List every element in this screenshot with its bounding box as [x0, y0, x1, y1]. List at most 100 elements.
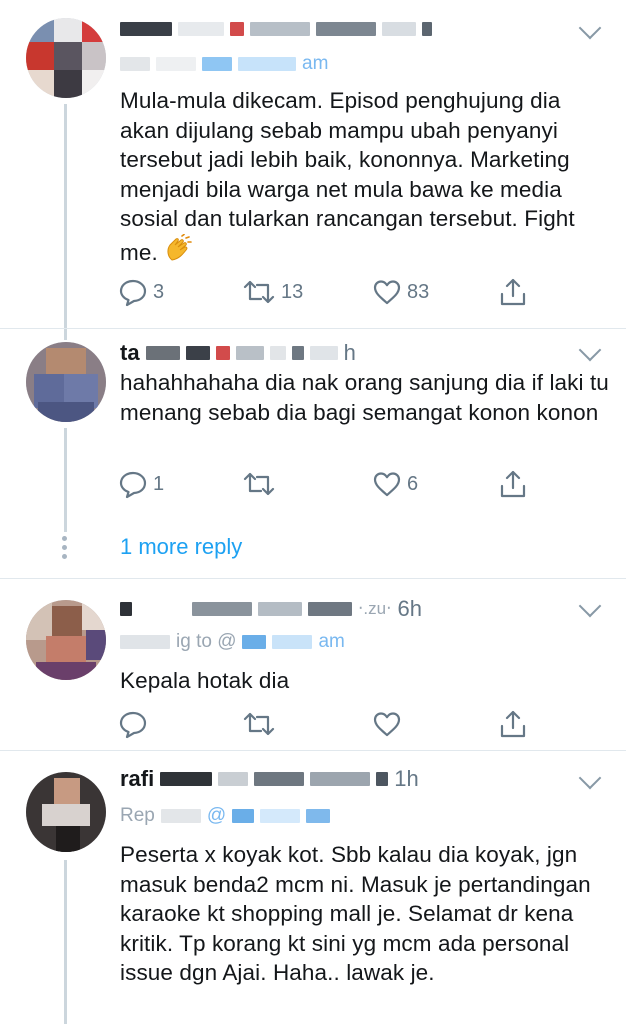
more-replies-dots: [62, 536, 68, 563]
tweet-text: hahahhahaha dia nak orang sanjung dia if…: [120, 370, 609, 425]
avatar[interactable]: [26, 18, 106, 98]
reply-icon: [119, 471, 147, 499]
retweet-button[interactable]: 13: [242, 272, 303, 312]
redacted-handle: [291, 346, 304, 360]
retweet-count: 13: [281, 280, 304, 303]
redacted-handle: [192, 602, 252, 616]
timestamp[interactable]: 1h: [394, 766, 418, 792]
redacted-text: [120, 57, 150, 71]
author-line[interactable]: ta h: [120, 340, 356, 366]
like-count: 83: [407, 280, 430, 303]
tweet-text: Kepala hotak dia: [120, 668, 290, 693]
redacted-text: [120, 635, 170, 649]
share-icon: [500, 710, 526, 738]
redacted-handle[interactable]: [232, 809, 255, 823]
tweet-4[interactable]: rafi 1h Rep @ Peserta x koyak kot. Sbb k…: [0, 752, 626, 1024]
like-button[interactable]: 83: [372, 272, 429, 312]
tweet-text: Mula-mula dikecam. Episod penghujung dia…: [120, 86, 610, 271]
reply-button[interactable]: 3: [118, 272, 164, 312]
redacted-name: [218, 772, 249, 786]
redacted-handle[interactable]: [242, 635, 267, 649]
tweet-text: Peserta x koyak kot. Sbb kalau dia koyak…: [120, 842, 591, 985]
avatar[interactable]: [26, 772, 106, 852]
reply-button[interactable]: 1: [118, 464, 164, 504]
share-icon: [500, 470, 526, 498]
replying-to: ig to @ am: [120, 630, 345, 654]
reply-icon: [119, 279, 147, 307]
author-line[interactable]: ‧.zu‧ 6h: [120, 596, 422, 622]
reply-count: 3: [153, 280, 165, 303]
redacted-handle: [376, 772, 389, 786]
redacted-handle: [310, 772, 371, 786]
reply-handle[interactable]: am: [318, 631, 344, 653]
avatar[interactable]: [26, 342, 106, 422]
tweet-divider: [0, 328, 626, 329]
handle-fragment: ta: [120, 340, 140, 365]
chevron-down-icon[interactable]: [578, 594, 602, 618]
tweet-2[interactable]: ta h hahahhahaha dia nak orang sanjung d…: [0, 330, 626, 580]
share-icon: [500, 278, 526, 306]
retweet-icon: [243, 712, 275, 736]
like-icon: [373, 472, 401, 497]
redacted-handle[interactable]: [272, 635, 313, 649]
redacted-name: [138, 602, 186, 616]
like-button[interactable]: [372, 704, 407, 744]
redacted-name: [215, 346, 230, 360]
tweet-actions: 1 6: [118, 464, 538, 504]
share-button[interactable]: [498, 704, 528, 744]
tweet-1[interactable]: am Mula-mula dikecam. Episod penghujung …: [0, 0, 626, 330]
redacted-name: [120, 602, 132, 616]
replying-to: Rep @: [120, 804, 331, 828]
like-count: 6: [407, 472, 419, 495]
redacted-handle[interactable]: [238, 57, 296, 71]
redacted-name: [120, 22, 172, 36]
share-button[interactable]: [498, 272, 528, 312]
thread-line: [64, 428, 67, 532]
reply-count: 1: [153, 472, 165, 495]
redacted-handle: [309, 346, 338, 360]
replying-to: am: [120, 52, 328, 76]
thread-line: [64, 104, 67, 330]
reply-handle[interactable]: @: [207, 805, 226, 827]
retweet-icon: [243, 280, 275, 304]
like-button[interactable]: 6: [372, 464, 418, 504]
clapping-hands-emoji: [164, 233, 194, 272]
avatar[interactable]: [26, 600, 106, 680]
redacted-name: [185, 346, 210, 360]
tweet-actions: 3 13 83: [118, 272, 538, 312]
timestamp-prefix: ‧.zu‧: [358, 599, 392, 618]
thread-line: [64, 860, 67, 1024]
redacted-handle[interactable]: [260, 809, 301, 823]
reply-handle[interactable]: am: [302, 53, 328, 75]
redacted-name: [230, 22, 244, 36]
share-button[interactable]: [498, 464, 528, 504]
chevron-down-icon[interactable]: [578, 16, 602, 40]
timestamp[interactable]: 6h: [398, 596, 422, 622]
show-more-replies-link[interactable]: 1 more reply: [120, 534, 242, 560]
chevron-down-icon[interactable]: [578, 766, 602, 790]
author-line[interactable]: [120, 16, 432, 42]
redacted-handle[interactable]: [306, 809, 331, 823]
redacted-handle[interactable]: [202, 57, 232, 71]
tweet-actions: [118, 704, 538, 744]
redacted-text: [160, 809, 201, 823]
like-icon: [373, 280, 401, 305]
redacted-handle: [269, 346, 286, 360]
retweet-button[interactable]: [242, 704, 281, 744]
author-line[interactable]: rafi 1h: [120, 766, 419, 792]
redacted-handle: [422, 22, 432, 36]
retweet-button[interactable]: [242, 464, 281, 504]
redacted-handle: [235, 346, 264, 360]
chevron-down-icon[interactable]: [578, 338, 602, 362]
redacted-name: [160, 772, 213, 786]
timestamp[interactable]: h: [344, 340, 356, 366]
redacted-name: [178, 22, 224, 36]
reply-button[interactable]: [118, 704, 153, 744]
redacted-handle: [382, 22, 416, 36]
redacted-text: [156, 57, 196, 71]
tweet-3[interactable]: ‧.zu‧ 6h ig to @ am Kepala hotak dia: [0, 580, 626, 750]
reply-fragment: Rep: [120, 805, 155, 826]
reply-fragment: ig to @: [176, 631, 237, 652]
tweet-divider: [0, 750, 626, 751]
thread-line: [64, 330, 67, 340]
